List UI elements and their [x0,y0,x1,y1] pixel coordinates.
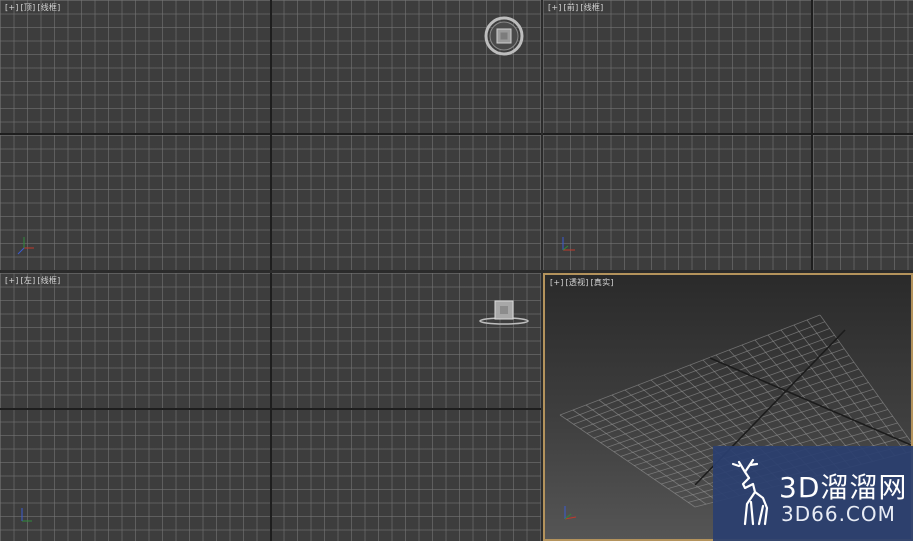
viewport-view-label[interactable]: [透视] [565,278,590,287]
axis-tripod-icon [17,237,34,255]
grid-axis-horizontal [543,133,913,135]
viewport-label-top: [+] [顶] [线框] [4,2,61,13]
viewport-top[interactable]: [+] [顶] [线框] [0,0,541,270]
viewport-shading-label[interactable]: [线框] [36,3,61,12]
viewport-menu-plus[interactable]: [+] [547,3,563,12]
viewport-left[interactable]: [+] [左] [线框] [0,273,541,541]
grid-axis-vertical [270,273,272,541]
axis-tripod-icon [21,508,32,522]
viewport-menu-plus[interactable]: [+] [4,276,20,285]
viewport-shading-label[interactable]: [线框] [579,3,604,12]
deer-logo-icon [731,458,769,526]
viewport-label-front: [+] [前] [线框] [547,2,604,13]
viewport-view-label[interactable]: [前] [563,3,580,12]
viewport-front[interactable]: [+] [前] [线框] [543,0,913,270]
watermark-url: 3D66.COM [781,502,896,526]
viewport-label-left: [+] [左] [线框] [4,275,61,286]
watermark-brand: 3D溜溜网 [779,471,908,504]
viewport-view-label[interactable]: [顶] [20,3,37,12]
viewport-shading-label[interactable]: [真实] [590,278,615,287]
viewport-menu-plus[interactable]: [+] [549,278,565,287]
viewport-shading-label[interactable]: [线框] [36,276,61,285]
watermark-logo: 3D溜溜网 3D66.COM [713,446,913,541]
viewport-label-perspective: [+] [透视] [真实] [549,277,615,288]
viewcube-icon[interactable] [478,298,530,328]
grid-axis-vertical [270,0,272,270]
viewport-view-label[interactable]: [左] [20,276,37,285]
grid-axis-vertical [811,0,813,270]
axis-tripod-icon [564,506,577,520]
viewcube-icon[interactable] [483,15,525,57]
axis-tripod-icon [562,237,575,251]
viewport-menu-plus[interactable]: [+] [4,3,20,12]
